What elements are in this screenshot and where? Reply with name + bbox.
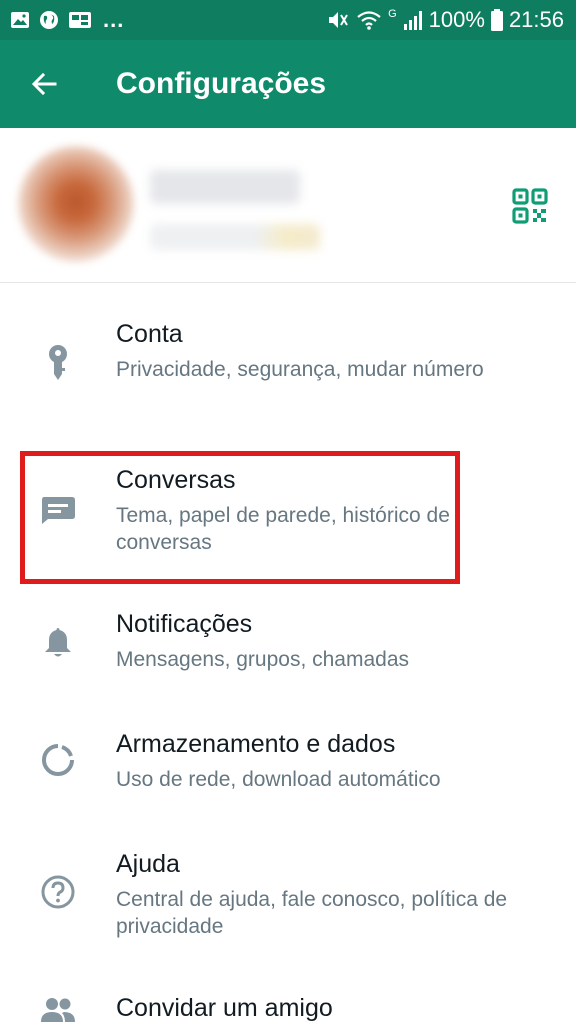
cast-icon [69, 12, 91, 28]
qr-code-icon [512, 188, 548, 224]
profile-row[interactable] [0, 128, 576, 282]
avatar[interactable] [18, 146, 134, 262]
item-title: Convidar um amigo [116, 994, 333, 1022]
item-title: Armazenamento e dados [116, 730, 396, 758]
back-button[interactable] [22, 62, 66, 106]
settings-item-notificacoes[interactable]: Notificações Mensagens, grupos, chamadas [0, 600, 576, 700]
help-icon [41, 875, 75, 909]
item-title: Notificações [116, 610, 253, 638]
globe-icon [40, 11, 58, 29]
battery-percent: 100% [428, 7, 485, 32]
network-type: G [388, 8, 397, 20]
clock: 21:56 [508, 7, 564, 32]
battery-icon [490, 9, 503, 31]
status-bar: ... G 100% 21:56 [0, 0, 576, 40]
item-subtitle: Central de ajuda, fale conosco, política… [116, 888, 508, 938]
profile-status-blurred [150, 224, 320, 250]
page-title: Configurações [116, 67, 327, 100]
settings-item-ajuda[interactable]: Ajuda Central de ajuda, fale conosco, po… [0, 838, 576, 958]
item-subtitle: Tema, papel de parede, histórico de conv… [116, 504, 450, 554]
mute-icon [329, 12, 348, 28]
arrow-left-icon [31, 72, 57, 96]
storage-icon [42, 744, 74, 776]
signal-icon [403, 11, 422, 30]
settings-item-convidar[interactable]: Convidar um amigo [0, 976, 576, 1024]
item-subtitle: Mensagens, grupos, chamadas [116, 648, 410, 671]
profile-divider [0, 282, 576, 283]
settings-item-armazenamento[interactable]: Armazenamento e dados Uso de rede, downl… [0, 720, 576, 820]
key-icon [49, 345, 67, 380]
chat-icon [42, 497, 75, 524]
item-title: Conta [116, 320, 183, 348]
people-icon [41, 998, 75, 1022]
bell-icon [45, 628, 71, 657]
profile-name-blurred [150, 170, 300, 204]
image-icon [11, 12, 29, 28]
settings-item-conversas[interactable]: Conversas Tema, papel de parede, históri… [0, 450, 576, 586]
overflow-dots: ... [103, 7, 125, 32]
qr-code-button[interactable] [510, 186, 550, 226]
wifi-icon [357, 11, 381, 30]
app-bar: Configurações [0, 40, 576, 128]
item-title: Conversas [116, 466, 236, 494]
settings-item-conta[interactable]: Conta Privacidade, segurança, mudar núme… [0, 300, 576, 430]
item-subtitle: Privacidade, segurança, mudar número [116, 358, 484, 381]
item-subtitle: Uso de rede, download automático [116, 768, 441, 791]
item-title: Ajuda [116, 850, 180, 878]
